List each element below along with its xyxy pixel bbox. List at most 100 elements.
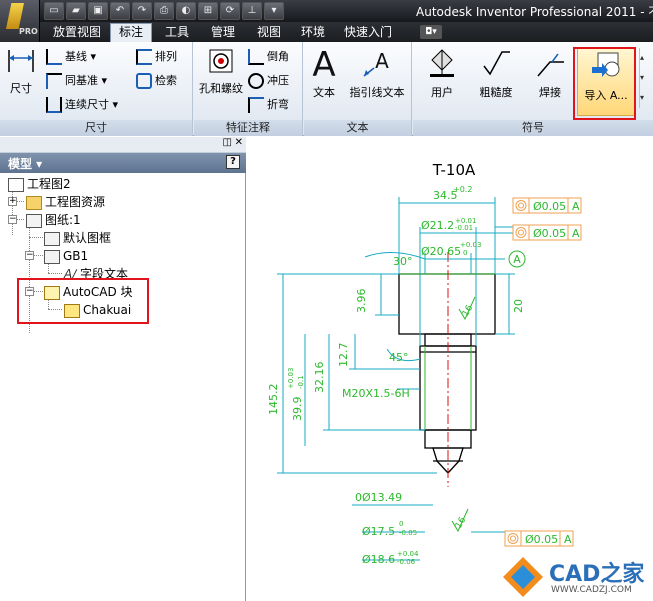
ordinate-icon [46, 73, 62, 89]
tab-view[interactable]: 视图 [248, 22, 290, 42]
tree-label-drawing: 工程图2 [27, 177, 71, 191]
measure-icon[interactable]: ⊥ [242, 2, 262, 20]
new-icon[interactable]: ▭ [44, 2, 64, 20]
punch-icon [248, 73, 264, 89]
application-menu-button[interactable]: PRO [0, 0, 40, 42]
dimension-button[interactable]: 尺寸 [4, 46, 38, 96]
select-icon[interactable]: ⊞ [198, 2, 218, 20]
retrieve-button[interactable]: 检索 [136, 70, 177, 92]
dim-17-5-tol-dn: -0.05 [399, 529, 417, 537]
ribbon-toggle-icon[interactable]: ◘▾ [420, 25, 442, 39]
dim-145-2: 145.2 [267, 384, 280, 416]
user-symbol-button[interactable]: 用户 [419, 46, 465, 100]
watermark: CAD之家 WWW.CADZJ.COM [497, 552, 653, 601]
tree-node-resources[interactable]: 工程图资源 [26, 193, 105, 211]
retrieve-icon [136, 73, 152, 89]
dim-39-9-tol-dn: -0.1 [297, 375, 305, 389]
panel-symbols-title: 符号 [413, 120, 653, 136]
tab-environments[interactable]: 环境 [292, 22, 334, 42]
user-symbol-icon [430, 49, 454, 77]
tree-node-border[interactable]: 默认图框 [44, 229, 111, 247]
titleblock-icon [44, 249, 60, 264]
tab-tools[interactable]: 工具 [156, 22, 198, 42]
browser-title[interactable]: 模型 ▾ [8, 155, 42, 172]
chamfer-icon [248, 49, 264, 65]
baseline-button[interactable]: 基线 ▾ [46, 46, 96, 68]
fcf-1-tolerance: Ø0.05 [533, 200, 566, 213]
leader-text-button[interactable]: A 指引线文本 [344, 46, 410, 100]
dim-17-5: Ø17.5 [362, 525, 395, 538]
dim-18-6: Ø18.6 [362, 553, 395, 566]
tab-manage[interactable]: 管理 [202, 22, 244, 42]
weld-button[interactable]: 焊接 [527, 46, 573, 100]
drawing-canvas[interactable]: T-10A 34.5 +0.2 Ø21.2 +0.01 -0.01 Ø20.65… [247, 137, 653, 601]
tree-label-border: 默认图框 [63, 231, 112, 245]
fcf-3: Ø0.05 A [504, 530, 574, 547]
arrange-button[interactable]: 排列 [136, 46, 177, 68]
baseline-label: 基线 [65, 50, 87, 63]
open-icon[interactable]: ▰ [66, 2, 86, 20]
tab-get-started[interactable]: 快速入门 [336, 22, 400, 42]
model-browser: ◫ ✕ 模型 ▾ ? 工程图2 + 工程图资源 − 图纸:1 默认图框 − GB… [0, 137, 246, 601]
dim-20: 20 [512, 299, 525, 313]
autocad-highlight-box [17, 278, 149, 324]
tree-node-titleblock[interactable]: GB1 [44, 247, 88, 265]
update-icon[interactable]: ⟳ [220, 2, 240, 20]
panel-text: A 文本 A 指引线文本 文本 [304, 42, 412, 136]
dim-18-6-tol-up: +0.04 [397, 550, 419, 558]
dimension-texts: 34.5 +0.2 Ø21.2 +0.01 -0.01 Ø20.65 +0.03… [267, 185, 525, 566]
dim-21-2: Ø21.2 [421, 219, 454, 232]
redo-icon[interactable]: ↷ [132, 2, 152, 20]
browser-grip[interactable]: ◫ ✕ [0, 137, 246, 153]
chamfer-button[interactable]: 倒角 [248, 46, 289, 68]
tree-label-titleblock: GB1 [63, 249, 89, 263]
fcf-2-tolerance: Ø0.05 [533, 227, 566, 240]
roughness-button[interactable]: 粗糙度 [469, 46, 523, 100]
thread-callout: M20X1.5-6H [342, 387, 410, 400]
collapse-titleblock-icon[interactable]: − [25, 251, 34, 260]
fcf-3-datum: A [564, 533, 572, 546]
collapse-sheet-icon[interactable]: − [8, 215, 17, 224]
punch-label: 冲压 [267, 74, 289, 87]
quick-access-toolbar: ▭ ▰ ▣ ↶ ↷ ⎙ ◐ ⊞ ⟳ ⊥ ▾ [44, 2, 284, 20]
dim-20-65: Ø20.65 [421, 245, 461, 258]
hole-thread-button[interactable]: 孔和螺纹 [196, 46, 246, 96]
svg-text:A: A [312, 46, 335, 80]
undo-icon[interactable]: ↶ [110, 2, 130, 20]
panel-feature-notes-title: 特征注释 [194, 120, 302, 136]
dim-32-16: 32.16 [313, 362, 326, 394]
text-button[interactable]: A 文本 [306, 46, 342, 100]
symbols-scroll-icon[interactable]: ▴ ▾ ▾ [639, 48, 649, 108]
dim-angle-45: 45° [389, 351, 409, 364]
tree-label-resources: 工程图资源 [45, 195, 106, 209]
appearance-icon[interactable]: ◐ [176, 2, 196, 20]
text-icon: A [312, 46, 335, 80]
pin-icon[interactable]: ◫ [223, 137, 232, 148]
title-bar: ▭ ▰ ▣ ↶ ↷ ⎙ ◐ ⊞ ⟳ ⊥ ▾ Autodesk Inventor … [0, 0, 653, 22]
dim-3-96: 3.96 [355, 289, 368, 314]
fcf-2-datum: A [572, 227, 580, 240]
dropdown-icon[interactable]: ▾ [264, 2, 284, 20]
tree-node-drawing[interactable]: 工程图2 [8, 175, 71, 193]
print-icon[interactable]: ⎙ [154, 2, 174, 20]
bend-icon [248, 97, 264, 113]
fcf-1-datum: A [572, 200, 580, 213]
arrange-label: 排列 [155, 50, 177, 63]
tab-place-views[interactable]: 放置视图 [46, 22, 108, 42]
bend-button[interactable]: 折弯 [248, 94, 289, 116]
window-title: Autodesk Inventor Professional 2011 - 不 [416, 5, 653, 19]
expand-resources-icon[interactable]: + [8, 197, 17, 206]
help-button[interactable]: ? [226, 155, 240, 169]
chain-button[interactable]: 连续尺寸 ▾ [46, 94, 118, 116]
svg-text:A: A [375, 49, 389, 73]
panel-feature-notes: 孔和螺纹 倒角 冲压 折弯 特征注释 [194, 42, 303, 136]
sheet-icon [26, 213, 42, 228]
tab-annotate[interactable]: 标注 [110, 23, 152, 42]
close-icon[interactable]: ✕ [235, 137, 243, 148]
dim-20-65-tol-up: +0.03 [460, 241, 481, 249]
fcf-3-tolerance: Ø0.05 [525, 533, 558, 546]
save-icon[interactable]: ▣ [88, 2, 108, 20]
ordinate-button[interactable]: 同基准 ▾ [46, 70, 107, 92]
punch-button[interactable]: 冲压 [248, 70, 289, 92]
tree-node-sheet[interactable]: 图纸:1 [26, 211, 81, 229]
